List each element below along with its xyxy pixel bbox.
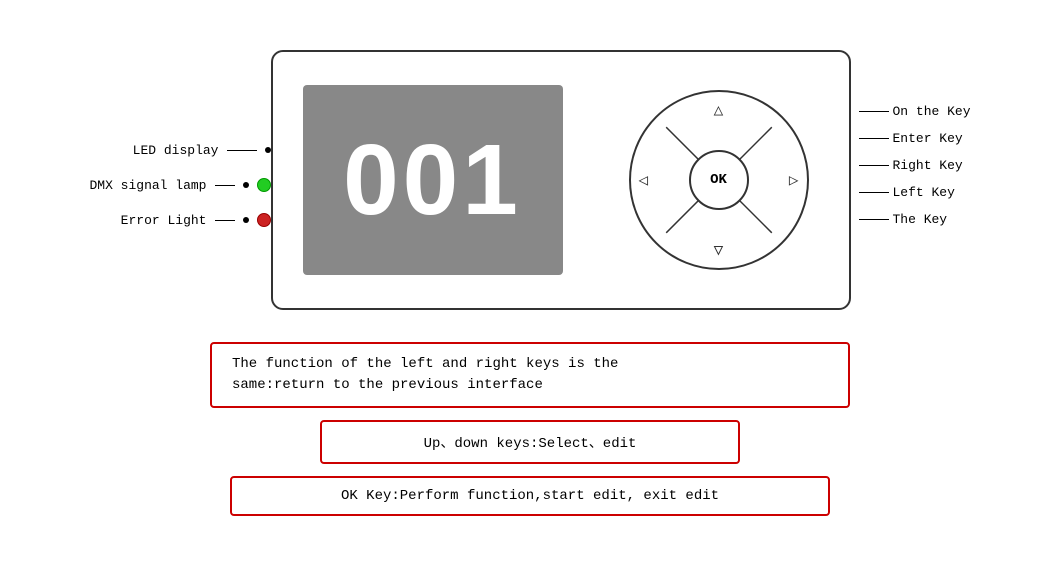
info-box1-line2: same:return to the previous interface [232, 377, 543, 393]
info-box2-text: Up、down keys:Select、edit [424, 436, 637, 452]
right-key-label: Right Key [893, 158, 963, 173]
error-red-dot [257, 213, 271, 227]
up-key-label: On the Key [893, 104, 971, 119]
led-bullet [265, 147, 271, 153]
dmx-green-dot [257, 178, 271, 192]
dmx-signal-lamp-label: DMX signal lamp [89, 178, 206, 193]
error-label-row: Error Light [121, 213, 271, 228]
left-key-label: Left Key [893, 185, 955, 200]
nav-circle: △ ▽ ◁ ▷ OK [629, 90, 809, 270]
info-box-up-down-keys: Up、down keys:Select、edit [320, 420, 740, 464]
dmx-bullet [243, 182, 249, 188]
right-key-label-row: Right Key [859, 158, 971, 173]
ok-label: OK [710, 172, 727, 188]
led-display-label-row: LED display [133, 143, 271, 158]
error-bullet [243, 217, 249, 223]
down-key-label-row: The Key [859, 212, 971, 227]
enter-key-label: Enter Key [893, 131, 963, 146]
info-box3-text: OK Key:Perform function,start edit, exit… [341, 488, 719, 504]
dmx-label-row: DMX signal lamp [89, 178, 270, 193]
led-connector-line [227, 150, 257, 151]
led-display: 001 [303, 85, 563, 275]
info-box-left-right-keys: The function of the left and right keys … [210, 342, 850, 408]
led-number: 001 [343, 123, 522, 238]
error-light-label: Error Light [121, 213, 207, 228]
device-box: 001 △ ▽ ◁ ▷ [271, 50, 851, 310]
down-key-label: The Key [893, 212, 948, 227]
info-section: The function of the left and right keys … [0, 342, 1060, 516]
left-labels: LED display DMX signal lamp Error Light [89, 143, 270, 228]
ok-button[interactable]: OK [689, 150, 749, 210]
nav-right-arrow[interactable]: ▷ [789, 170, 799, 190]
nav-up-arrow[interactable]: △ [714, 100, 724, 120]
led-display-label: LED display [133, 143, 219, 158]
main-container: LED display DMX signal lamp Error Light [0, 0, 1060, 588]
nav-left-arrow[interactable]: ◁ [639, 170, 649, 190]
error-connector-line [215, 220, 235, 221]
right-labels: On the Key Enter Key Right Key Left Key … [859, 104, 971, 227]
up-key-label-row: On the Key [859, 104, 971, 119]
nav-down-arrow[interactable]: ▽ [714, 240, 724, 260]
dmx-connector-line [215, 185, 235, 186]
nav-circle-container: △ ▽ ◁ ▷ OK [619, 80, 819, 280]
info-box1-line1: The function of the left and right keys … [232, 356, 618, 372]
left-key-label-row: Left Key [859, 185, 971, 200]
device-section: LED display DMX signal lamp Error Light [0, 30, 1060, 330]
info-box-ok-key: OK Key:Perform function,start edit, exit… [230, 476, 830, 516]
enter-key-label-row: Enter Key [859, 131, 971, 146]
